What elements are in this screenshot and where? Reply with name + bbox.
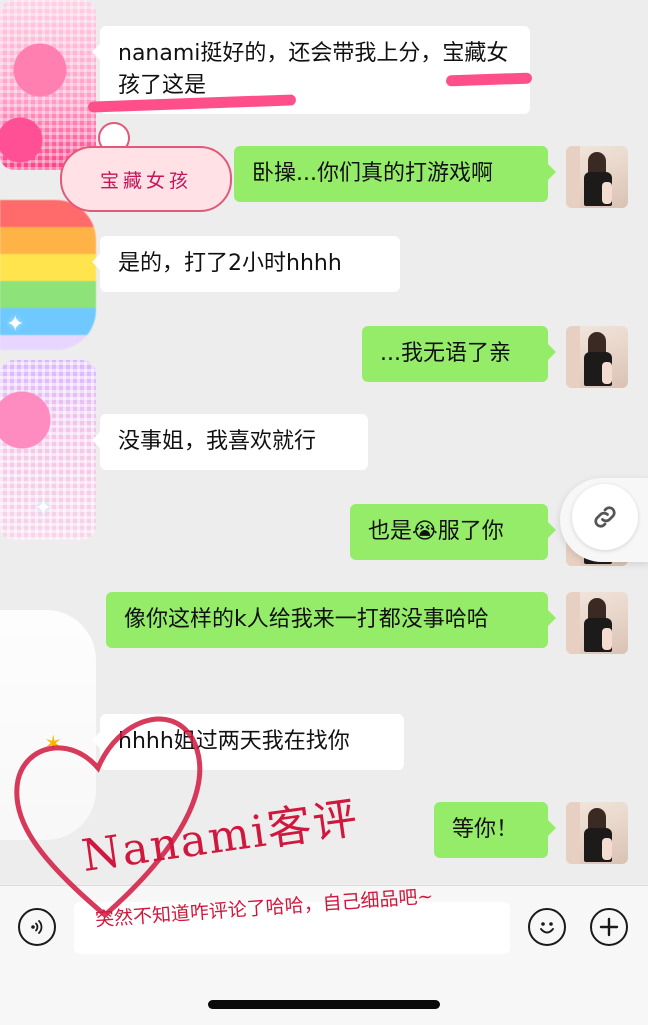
emoji-icon xyxy=(540,922,554,934)
message-text: 是的，打了2小时hhhh xyxy=(118,251,342,276)
message-bubble-incoming[interactable]: 没事姐，我喜欢就行 xyxy=(92,414,368,470)
voice-button[interactable] xyxy=(18,908,56,946)
message-text: hhhh姐过两天我在找你 xyxy=(118,729,350,754)
message-bubble-outgoing[interactable]: 等你！ xyxy=(434,802,556,858)
message-text: 像你这样的k人给我来一打都没事哈哈 xyxy=(124,607,489,632)
avatar[interactable] xyxy=(566,146,628,208)
message-text: 没事姐，我喜欢就行 xyxy=(118,429,317,454)
link-icon xyxy=(594,506,616,528)
chat-area: ✦ ✦ ✶ nanami挺好的，还会带我上分，宝藏女孩了这是 宝藏女孩 卧操..… xyxy=(0,0,648,885)
message-bubble-outgoing[interactable]: 也是😭服了你 xyxy=(350,504,556,560)
cloud-sticker: 宝藏女孩 xyxy=(60,146,232,212)
emoji-button[interactable] xyxy=(528,908,566,946)
message-text: ...我无语了亲 xyxy=(380,341,511,366)
avatar[interactable] xyxy=(566,592,628,654)
message-bubble-outgoing[interactable]: 像你这样的k人给我来一打都没事哈哈 xyxy=(106,592,556,648)
voice-icon xyxy=(31,920,43,934)
message-text: 卧操...你们真的打游戏啊 xyxy=(252,161,493,186)
avatar[interactable] xyxy=(566,326,628,388)
message-bubble-incoming[interactable]: 是的，打了2小时hhhh xyxy=(92,236,400,292)
link-button[interactable] xyxy=(572,484,638,550)
sparkle-icon: ✦ xyxy=(6,312,25,337)
message-bubble-outgoing[interactable]: ...我无语了亲 xyxy=(362,326,556,382)
sticker-text: 宝藏女孩 xyxy=(99,169,192,192)
plus-icon xyxy=(599,917,619,937)
home-indicator[interactable] xyxy=(208,1000,440,1009)
faded-sticker xyxy=(0,610,96,840)
message-text-before: 也是 xyxy=(368,519,413,544)
star-icon: ✶ xyxy=(44,732,63,757)
sparkle-icon: ✦ xyxy=(34,496,53,521)
pink-heart-sticker xyxy=(0,0,96,170)
message-text: nanami挺好的，还会带我上分，宝藏女孩了这是 xyxy=(118,41,509,98)
plus-button[interactable] xyxy=(590,908,628,946)
avatar[interactable] xyxy=(566,802,628,864)
message-text: 等你！ xyxy=(452,817,519,842)
message-text-after: 服了你 xyxy=(437,519,504,544)
message-bubble-outgoing[interactable]: 卧操...你们真的打游戏啊 xyxy=(234,146,556,202)
message-bubble-incoming[interactable]: hhhh姐过两天我在找你 xyxy=(92,714,404,770)
crying-emoji-icon: 😭 xyxy=(412,519,438,544)
